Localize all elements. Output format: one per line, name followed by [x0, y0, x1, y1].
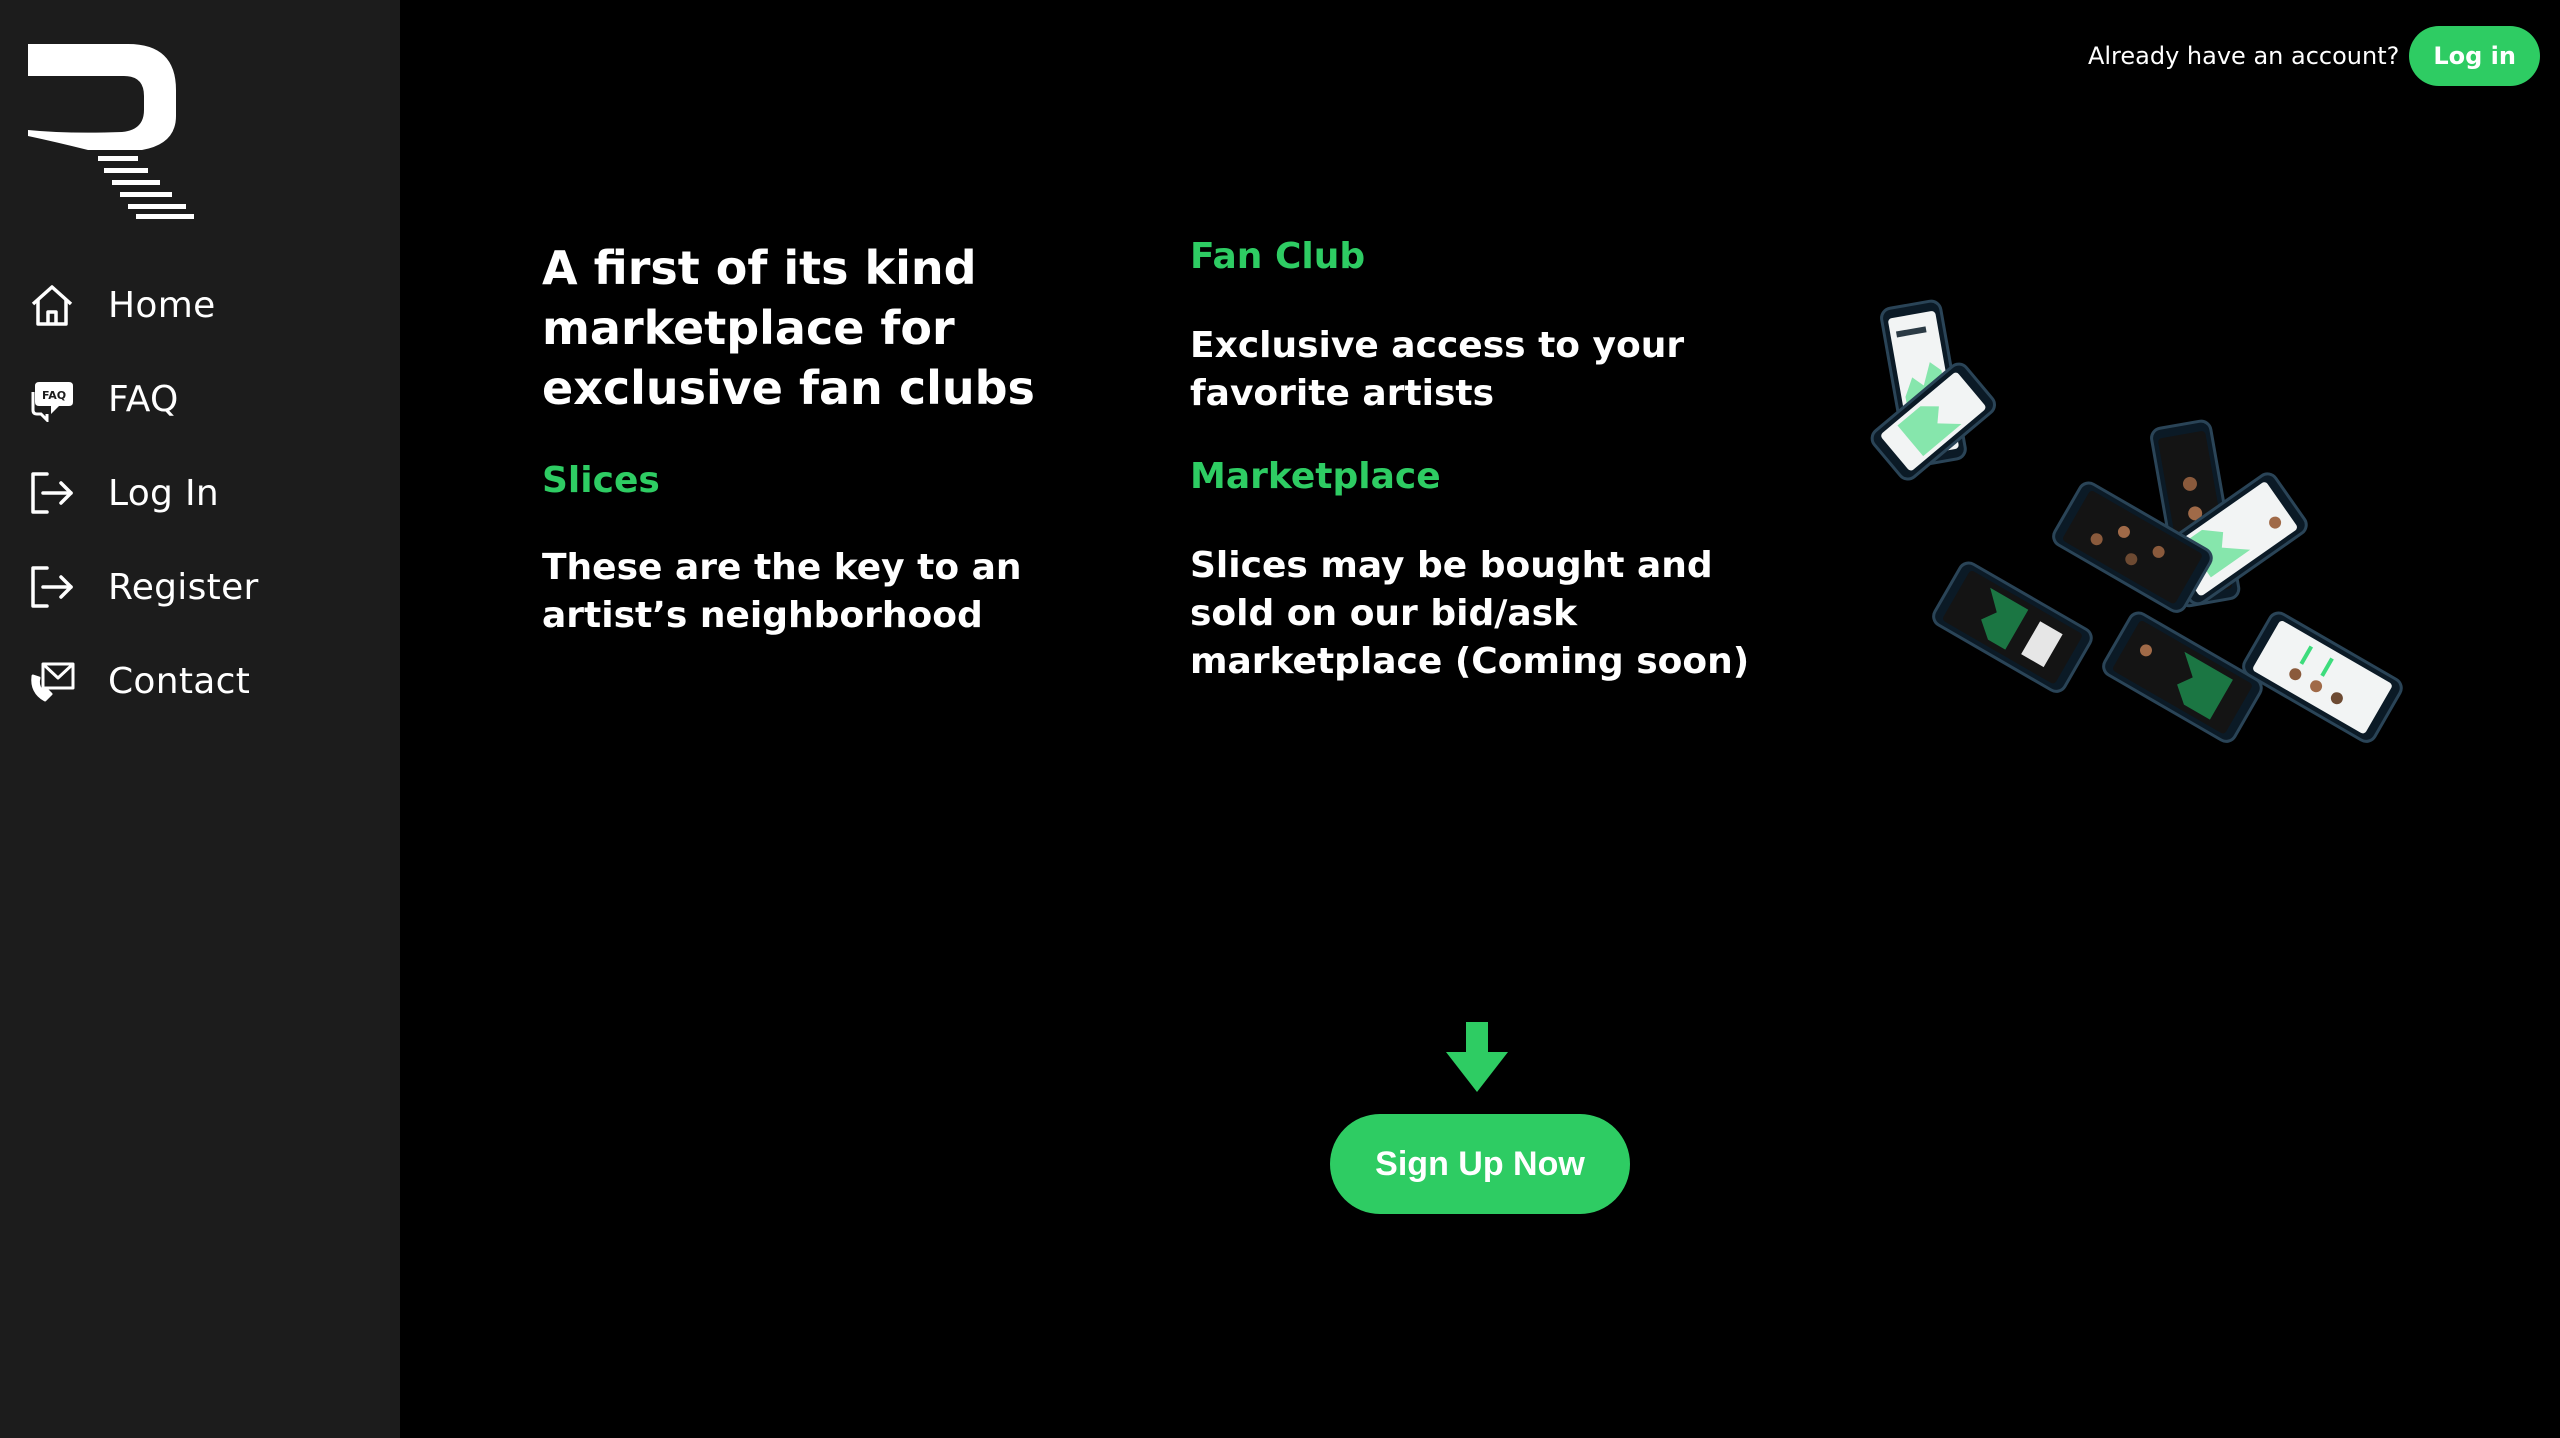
hero-headline: A first of its kind marketplace for excl…: [542, 241, 1035, 415]
sidebar-item-label: FAQ: [108, 378, 179, 420]
sidebar-item-label: Home: [108, 284, 216, 326]
register-icon: [28, 563, 76, 611]
account-prompt: Already have an account?: [2087, 42, 2400, 70]
faq-bubble-icon: FAQ: [28, 375, 76, 423]
sidebar-nav: Home FAQ FAQ Log In Register Contact: [0, 258, 400, 728]
sidebar: Home FAQ FAQ Log In Register Contact: [0, 0, 400, 1438]
fanclub-title: Fan Club: [1190, 236, 1366, 277]
sidebar-item-label: Register: [108, 566, 259, 608]
r-logo-icon[interactable]: [28, 44, 194, 219]
sidebar-item-contact[interactable]: Contact: [0, 634, 400, 728]
svg-text:FAQ: FAQ: [42, 389, 66, 402]
fanclub-description: Exclusive access to your favorite artist…: [1190, 325, 1685, 414]
login-icon: [28, 469, 76, 517]
sign-up-button[interactable]: Sign Up Now: [1330, 1114, 1630, 1214]
arrow-down-icon: [1446, 1022, 1508, 1092]
marketplace-description: Slices may be bought and sold on our bid…: [1190, 545, 1750, 682]
app-phones-image: [1870, 299, 2403, 743]
sidebar-item-login[interactable]: Log In: [0, 446, 400, 540]
main-content: Already have an account? Log in A first …: [400, 0, 2560, 1438]
sidebar-item-home[interactable]: Home: [0, 258, 400, 352]
home-icon: [28, 281, 76, 329]
login-button[interactable]: Log in: [2409, 26, 2540, 86]
contact-mail-icon: [28, 657, 76, 705]
sidebar-item-label: Log In: [108, 472, 219, 514]
slices-description: These are the key to an artist’s neighbo…: [542, 547, 1022, 636]
sidebar-item-register[interactable]: Register: [0, 540, 400, 634]
sidebar-item-faq[interactable]: FAQ FAQ: [0, 352, 400, 446]
phone-mockup: [1870, 299, 2403, 743]
sidebar-item-label: Contact: [108, 660, 251, 702]
slices-title: Slices: [542, 460, 660, 501]
account-bar: Already have an account? Log in: [2088, 26, 2540, 86]
marketplace-title: Marketplace: [1190, 456, 1441, 497]
